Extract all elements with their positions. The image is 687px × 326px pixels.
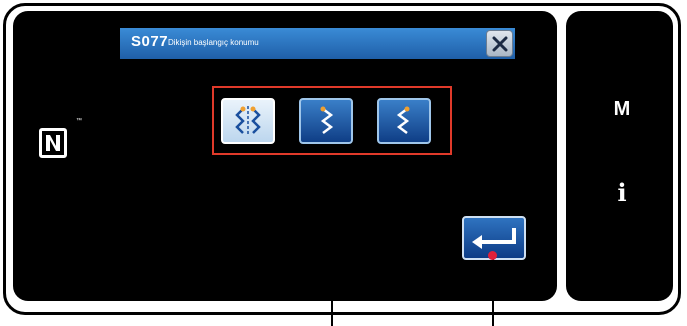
info-button[interactable]: i (610, 178, 634, 207)
option-right-button[interactable] (299, 98, 353, 144)
nfc-trademark: ™ (76, 118, 82, 124)
callout-dot-enter (488, 251, 497, 260)
nfc-icon (39, 128, 67, 158)
side-panel (566, 11, 673, 301)
setting-code: S077 (131, 33, 169, 50)
dialog-title: Dikişin başlangıç konumu (168, 38, 259, 47)
close-icon (492, 36, 508, 52)
sewing-start-left-icon (396, 106, 410, 134)
mode-button[interactable]: M (610, 98, 634, 121)
sewing-start-right-icon (320, 106, 334, 134)
option-both-sides-button[interactable] (221, 98, 275, 144)
dialog-title-bar: S077 Dikişin başlangıç konumu (120, 28, 515, 59)
option-left-button[interactable] (377, 98, 431, 144)
callout-line-enter (492, 256, 494, 326)
sewing-start-both-sides-icon (235, 106, 261, 136)
callout-line-options (331, 155, 333, 326)
close-button[interactable] (486, 30, 513, 57)
